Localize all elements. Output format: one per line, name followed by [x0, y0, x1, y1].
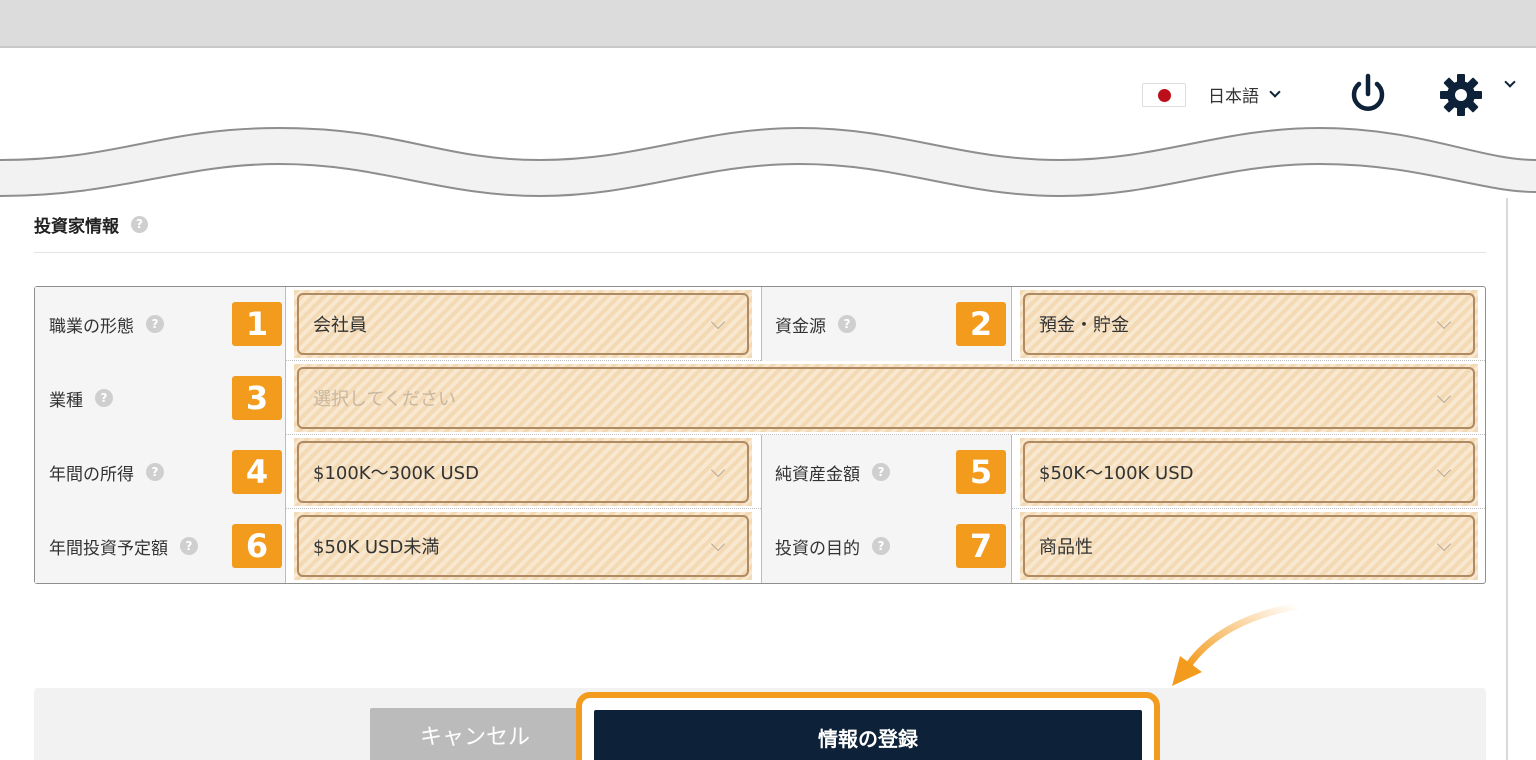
select-value: 商品性	[1039, 537, 1093, 558]
fund-source-select[interactable]: 預金・貯金	[1023, 293, 1475, 355]
form-row: 年間投資予定額 ? 6 $50K USD未満 投資の目的 ? 7 商品性	[35, 509, 1485, 583]
help-icon[interactable]: ?	[95, 389, 113, 407]
submit-highlight-frame: 情報の登録	[576, 692, 1160, 760]
divider	[1011, 287, 1012, 361]
label-text: 資金源	[775, 316, 826, 337]
net-worth-select[interactable]: $50K～100K USD	[1023, 441, 1475, 503]
label-text: 年間投資予定額	[49, 538, 168, 559]
select-value: $50K～100K USD	[1039, 463, 1194, 484]
investor-info-form: 職業の形態 ? 1 会社員 資金源 ? 2 預金・貯金 業種 ? 3 選択してく…	[34, 286, 1486, 584]
divider	[285, 509, 286, 583]
divider	[285, 287, 286, 361]
chevron-down-icon	[1436, 462, 1452, 478]
chevron-down-icon	[710, 314, 726, 330]
label-text: 投資の目的	[775, 538, 860, 559]
divider	[761, 287, 762, 361]
curved-arrow-icon	[1172, 602, 1302, 686]
help-icon[interactable]: ?	[146, 315, 164, 333]
chevron-down-icon	[1436, 536, 1452, 552]
power-icon[interactable]	[1346, 72, 1390, 116]
label-text: 業種	[49, 390, 83, 411]
step-badge-2: 2	[956, 302, 1006, 346]
register-info-button[interactable]: 情報の登録	[594, 710, 1142, 760]
select-placeholder: 選択してください	[313, 389, 456, 410]
divider	[761, 509, 762, 583]
help-icon[interactable]: ?	[180, 537, 198, 555]
chevron-down-icon	[1436, 314, 1452, 330]
divider	[285, 361, 286, 435]
divider	[1011, 435, 1012, 509]
help-icon[interactable]: ?	[872, 463, 890, 481]
torn-edge-divider	[0, 126, 1536, 198]
step-badge-4: 4	[232, 450, 282, 494]
help-icon[interactable]: ?	[838, 315, 856, 333]
form-row: 業種 ? 3 選択してください	[35, 361, 1485, 435]
cancel-button[interactable]: キャンセル	[370, 708, 580, 760]
help-icon[interactable]: ?	[131, 216, 148, 233]
step-badge-1: 1	[232, 302, 282, 346]
help-icon[interactable]: ?	[872, 537, 890, 555]
chevron-down-icon	[710, 462, 726, 478]
language-selector[interactable]: 日本語	[1142, 82, 1281, 107]
flag-japan-icon	[1142, 82, 1186, 107]
label-text: 職業の形態	[49, 316, 134, 337]
investment-purpose-select[interactable]: 商品性	[1023, 515, 1475, 577]
step-badge-7: 7	[956, 524, 1006, 568]
select-value: 会社員	[313, 315, 367, 336]
divider	[285, 435, 286, 509]
annual-investment-select[interactable]: $50K USD未満	[297, 515, 749, 577]
industry-select[interactable]: 選択してください	[297, 367, 1475, 429]
label-text: 純資産金額	[775, 464, 860, 485]
employment-select[interactable]: 会社員	[297, 293, 749, 355]
chevron-down-icon	[1436, 388, 1452, 404]
form-row: 年間の所得 ? 4 $100K～300K USD 純資産金額 ? 5 $50K～…	[35, 435, 1485, 509]
divider	[1011, 509, 1012, 583]
settings-chevron-down-icon[interactable]	[1504, 76, 1516, 88]
help-icon[interactable]: ?	[146, 463, 164, 481]
section-title-text: 投資家情報	[34, 217, 119, 237]
gear-icon[interactable]	[1438, 72, 1484, 118]
chevron-down-icon	[710, 536, 726, 552]
step-badge-6: 6	[232, 524, 282, 568]
form-row: 職業の形態 ? 1 会社員 資金源 ? 2 預金・貯金	[35, 287, 1485, 361]
step-badge-5: 5	[956, 450, 1006, 494]
select-value: $100K～300K USD	[313, 463, 479, 484]
language-label: 日本語	[1208, 87, 1259, 107]
select-value: $50K USD未満	[313, 537, 440, 558]
step-badge-3: 3	[232, 376, 282, 420]
section-title: 投資家情報 ?	[34, 212, 148, 237]
annual-income-select[interactable]: $100K～300K USD	[297, 441, 749, 503]
divider	[761, 435, 762, 509]
chevron-down-icon	[1269, 85, 1281, 98]
divider	[34, 252, 1486, 253]
select-value: 預金・貯金	[1039, 315, 1129, 336]
label-text: 年間の所得	[49, 464, 134, 485]
